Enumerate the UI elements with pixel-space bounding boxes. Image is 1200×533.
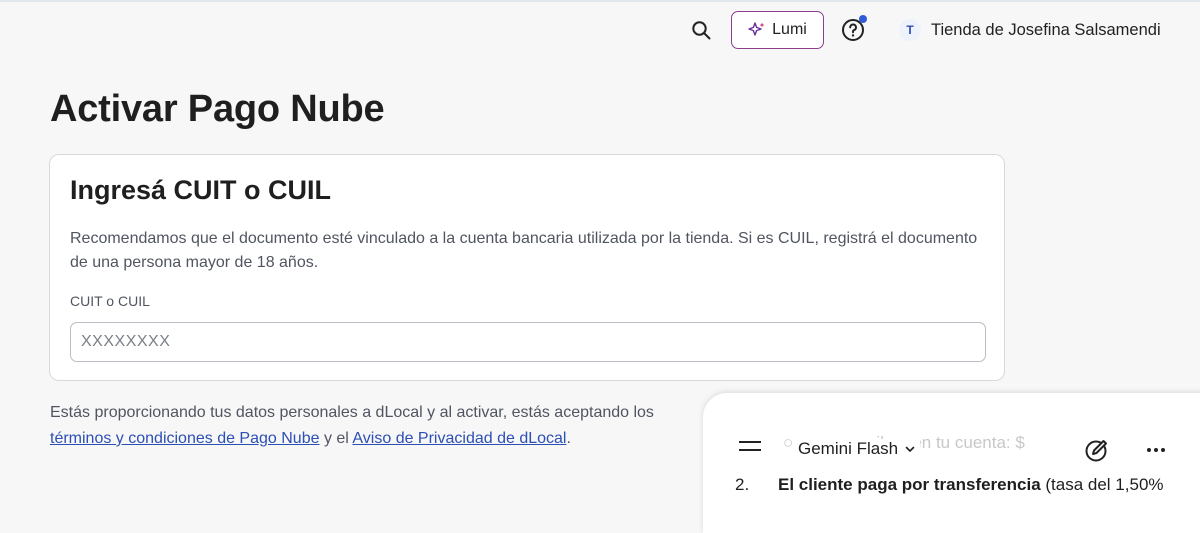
model-selector[interactable]: Gemini Flash [798, 439, 921, 459]
list-number: 2. [735, 475, 750, 494]
list-item-text: El cliente paga por transferencia (tasa … [778, 475, 1164, 495]
store-name: Tienda de Josefina Salsamendi [931, 20, 1161, 39]
privacy-link[interactable]: Aviso de Privacidad de dLocal [352, 430, 566, 447]
model-label: Gemini Flash [798, 439, 899, 458]
cuit-card: Ingresá CUIT o CUIL Recomendamos que el … [49, 154, 1005, 381]
page-title: Activar Pago Nube [50, 88, 385, 130]
list-item-bold: El cliente paga por transferencia [778, 475, 1041, 494]
list-item-rest: (tasa del 1,50% [1040, 475, 1164, 494]
more-options-button[interactable] [1143, 438, 1169, 462]
cuit-field-label: CUIT o CUIL [70, 293, 150, 309]
card-title: Ingresá CUIT o CUIL [70, 175, 332, 205]
top-border [0, 0, 1200, 2]
lumi-label: Lumi [772, 21, 807, 38]
lumi-button[interactable]: Lumi [731, 11, 824, 49]
store-menu[interactable]: T Tienda de Josefina Salsamendi [899, 10, 1161, 50]
cuit-input[interactable] [70, 322, 986, 362]
legal-text-before: Estás proporcionando tus datos personale… [50, 404, 654, 421]
legal-text-after: . [566, 430, 571, 447]
top-bar: Lumi T Tienda de Josefina Salsamendi [0, 10, 1200, 50]
gemini-panel: ○ … que recibes en tu cuenta: $ Gemini F… [703, 393, 1200, 533]
sparkle-icon [748, 22, 765, 36]
menu-icon [739, 441, 761, 443]
store-avatar: T [899, 19, 921, 41]
edit-icon [1085, 440, 1107, 462]
menu-button[interactable] [739, 439, 761, 453]
help-button[interactable] [841, 15, 867, 42]
more-icon [1147, 448, 1151, 452]
chevron-down-icon [905, 446, 915, 452]
search-button[interactable] [688, 17, 714, 43]
legal-text: Estás proporcionando tus datos personale… [50, 400, 710, 452]
search-icon [692, 21, 711, 40]
terms-link[interactable]: términos y condiciones de Pago Nube [50, 430, 320, 447]
notification-dot [859, 15, 867, 23]
legal-text-middle: y el [319, 430, 353, 447]
new-chat-button[interactable] [1084, 437, 1110, 463]
card-description: Recomendamos que el documento esté vincu… [70, 230, 978, 271]
